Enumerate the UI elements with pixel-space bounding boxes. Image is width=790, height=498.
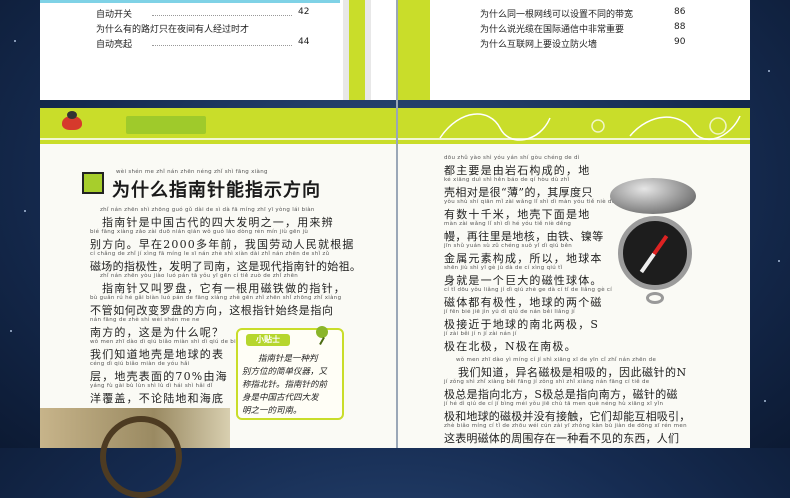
color-strip bbox=[40, 0, 340, 3]
toc-item-page: 42 bbox=[298, 7, 310, 17]
line-pinyin: jí fēn bié jiē jìn yú dì qiú de nán běi … bbox=[444, 309, 575, 315]
tips-line: 别方位的简单仪器，又 bbox=[242, 367, 328, 377]
text-line: 洋覆盖，不论陆地和海底 bbox=[90, 392, 225, 405]
line-pinyin: màn zài wǎng lǐ shì dì hé yóu tiě niè dě… bbox=[444, 221, 572, 227]
toc-item[interactable]: 自动开关 42 bbox=[96, 7, 309, 20]
compass-photo bbox=[40, 408, 230, 498]
compass-icon bbox=[604, 178, 704, 304]
toc-item[interactable]: 为什么同一根网线可以设置不同的带宽 86 bbox=[480, 7, 685, 20]
toc-item-page: 44 bbox=[298, 37, 310, 47]
page-header-left bbox=[40, 108, 396, 144]
line-pinyin: zhǐ nán zhēn shì zhōng guó gǔ dài de sì … bbox=[100, 207, 315, 213]
text-line: 极和地球的磁极并没有接触，它们却能互相吸引， bbox=[444, 410, 691, 423]
article-title: 为什么指南针能指示方向 bbox=[112, 180, 321, 201]
line-pinyin: bù guǎn rú hé gǎi biàn luó pán de fāng x… bbox=[90, 295, 342, 301]
line-pinyin: jí zài běi jí n jí zài nán jí bbox=[444, 331, 517, 337]
text-line: 极接近于地球的南北两极，S bbox=[444, 318, 600, 331]
toc-item-title: 为什么同一根网线可以设置不同的带宽 bbox=[480, 10, 634, 20]
flower-icon bbox=[82, 172, 104, 194]
toc-item[interactable]: 为什么说光缆在国际通信中非常重要 88 bbox=[480, 22, 685, 35]
star bbox=[768, 70, 770, 72]
text-line: 我们知道，异名磁极是相吸的，因此磁针的N bbox=[458, 366, 687, 379]
line-pinyin: shēn jiù shì yī gè jù dà de cí xìng qiú … bbox=[444, 265, 563, 271]
pushpin-icon bbox=[316, 326, 328, 338]
text-line: 别方向。早在2000多年前，我国劳动人民就根据 bbox=[90, 238, 355, 251]
line-pinyin: yáng fù gài bù lùn shì lù dì hái shì hǎi… bbox=[90, 383, 213, 389]
line-pinyin: ké xiāng duì shì hěn báo de qí hòu dù zh… bbox=[444, 177, 570, 183]
bird-icon bbox=[62, 111, 82, 130]
text-line: 身就是一个巨大的磁性球体。 bbox=[444, 274, 603, 287]
text-line: 不管如何改变罗盘的方向，这根指针始终是指向 bbox=[90, 304, 334, 317]
toc-item-page: 88 bbox=[674, 22, 686, 32]
text-line: 极总是指向北方，S极总是指向南方，磁针的磁 bbox=[444, 388, 678, 401]
star bbox=[10, 330, 12, 332]
tips-label: 小贴士 bbox=[246, 334, 290, 346]
tips-line: 指南针是一种判 bbox=[258, 354, 318, 364]
toc-item-title: 自动亮起 bbox=[96, 40, 133, 50]
line-pinyin: yǒu shù shí qiān mǐ zài wǎng lǐ shì dì m… bbox=[444, 199, 623, 205]
toc-item-title: 为什么互联网上要设立防火墙 bbox=[480, 40, 598, 50]
toc-gutter-left bbox=[343, 0, 371, 100]
line-pinyin: cí chǎng de zhǐ jí xìng fā míng le sī ná… bbox=[90, 251, 330, 257]
line-pinyin: jīn shǔ yuán sù zǔ chéng suǒ yǐ dì qiú b… bbox=[444, 243, 573, 249]
line-pinyin: wǒ men zhī dào dì qiú biǎo miàn shì dì q… bbox=[90, 339, 244, 345]
title-pinyin: wèi shén me zhǐ nán zhēn néng zhǐ shì fā… bbox=[116, 169, 268, 175]
text-line: 都主要是由岩石构成的，地 bbox=[444, 164, 591, 177]
line-pinyin: cí tǐ dōu yǒu liǎng jí dì qiú zhè ge dà … bbox=[444, 287, 613, 293]
text-line: 壳相对是很“薄”的，其厚度只 bbox=[444, 186, 593, 199]
toc-item-page: 86 bbox=[674, 7, 686, 17]
tips-line: 明之一的司南。 bbox=[242, 406, 302, 416]
star bbox=[778, 260, 780, 262]
toc-item-title: 自动开关 bbox=[96, 10, 133, 20]
line-pinyin: céng dì qiú biǎo miàn de yóu hǎi bbox=[90, 361, 190, 367]
text-line: 层，地壳表面的70%由海 bbox=[90, 370, 228, 383]
line-pinyin: wǒ men zhī dào yì míng cí jí shì xiāng x… bbox=[456, 357, 657, 363]
text-line: 南方的，这是为什么呢？ bbox=[90, 326, 225, 339]
line-pinyin: jí zǒng shì zhǐ xiàng běi fāng jí zǒng s… bbox=[444, 379, 650, 385]
line-pinyin: zhǐ nán zhēn yòu jiào luó pán tā yǒu yī … bbox=[100, 273, 299, 279]
line-pinyin: bié fāng xiàng zǎo zài duō nián qián wǒ … bbox=[90, 229, 309, 235]
text-line: 极在北极，N极在南极。 bbox=[444, 340, 577, 353]
star bbox=[764, 400, 766, 402]
star bbox=[14, 40, 16, 42]
text-line: 磁体都有极性，地球的两个磁 bbox=[444, 296, 603, 309]
text-line: 指南针又叫罗盘，它有一根用磁铁做的指针， bbox=[102, 282, 346, 295]
toc-item-title: 为什么有的路灯只在夜间有人经过时才 bbox=[96, 25, 250, 35]
text-line: 金属元素构成，所以，地球本 bbox=[444, 252, 603, 265]
tips-line: 身是中国古代四大发 bbox=[242, 393, 319, 403]
toc-item-page: 90 bbox=[674, 37, 686, 47]
text-line: 有数十千米，地壳下面是地 bbox=[444, 208, 591, 221]
line-pinyin: zhè biǎo míng cí tǐ de zhōu wéi cún zài … bbox=[444, 423, 687, 429]
text-line: 这表明磁体的周围存在一种看不见的东西，人们 bbox=[444, 432, 680, 445]
text-line: 我们知道地壳是地球的表 bbox=[90, 348, 225, 361]
toc-item[interactable]: 为什么互联网上要设立防火墙 90 bbox=[480, 37, 685, 50]
line-pinyin: nán fāng de zhè shì wèi shén me ne bbox=[90, 317, 200, 323]
text-line: 磁场的指极性，发明了司南，这是现代指南针的始祖。 bbox=[90, 260, 362, 273]
tips-line: 称指北针。指南针的前 bbox=[242, 380, 328, 390]
toc-gutter-right bbox=[398, 0, 430, 100]
text-line: 指南针是中国古代的四大发明之一，用来辨 bbox=[102, 216, 334, 229]
book-spine bbox=[396, 0, 398, 448]
swirl-ornament-icon bbox=[439, 113, 741, 141]
toc-item[interactable]: 自动亮起 44 bbox=[96, 37, 309, 50]
star bbox=[24, 210, 26, 212]
text-line: 幔，再往里是地核，由铁、镍等 bbox=[444, 230, 604, 243]
line-pinyin: jí hé dì qiú de cí jí bìng méi yǒu jiē c… bbox=[444, 401, 664, 407]
line-pinyin: dōu zhǔ yào shì yóu yán shí gòu chéng de… bbox=[444, 155, 580, 161]
header-tab bbox=[126, 116, 206, 134]
toc-item[interactable]: 为什么有的路灯只在夜间有人经过时才 bbox=[96, 22, 249, 35]
toc-item-title: 为什么说光缆在国际通信中非常重要 bbox=[480, 25, 625, 35]
